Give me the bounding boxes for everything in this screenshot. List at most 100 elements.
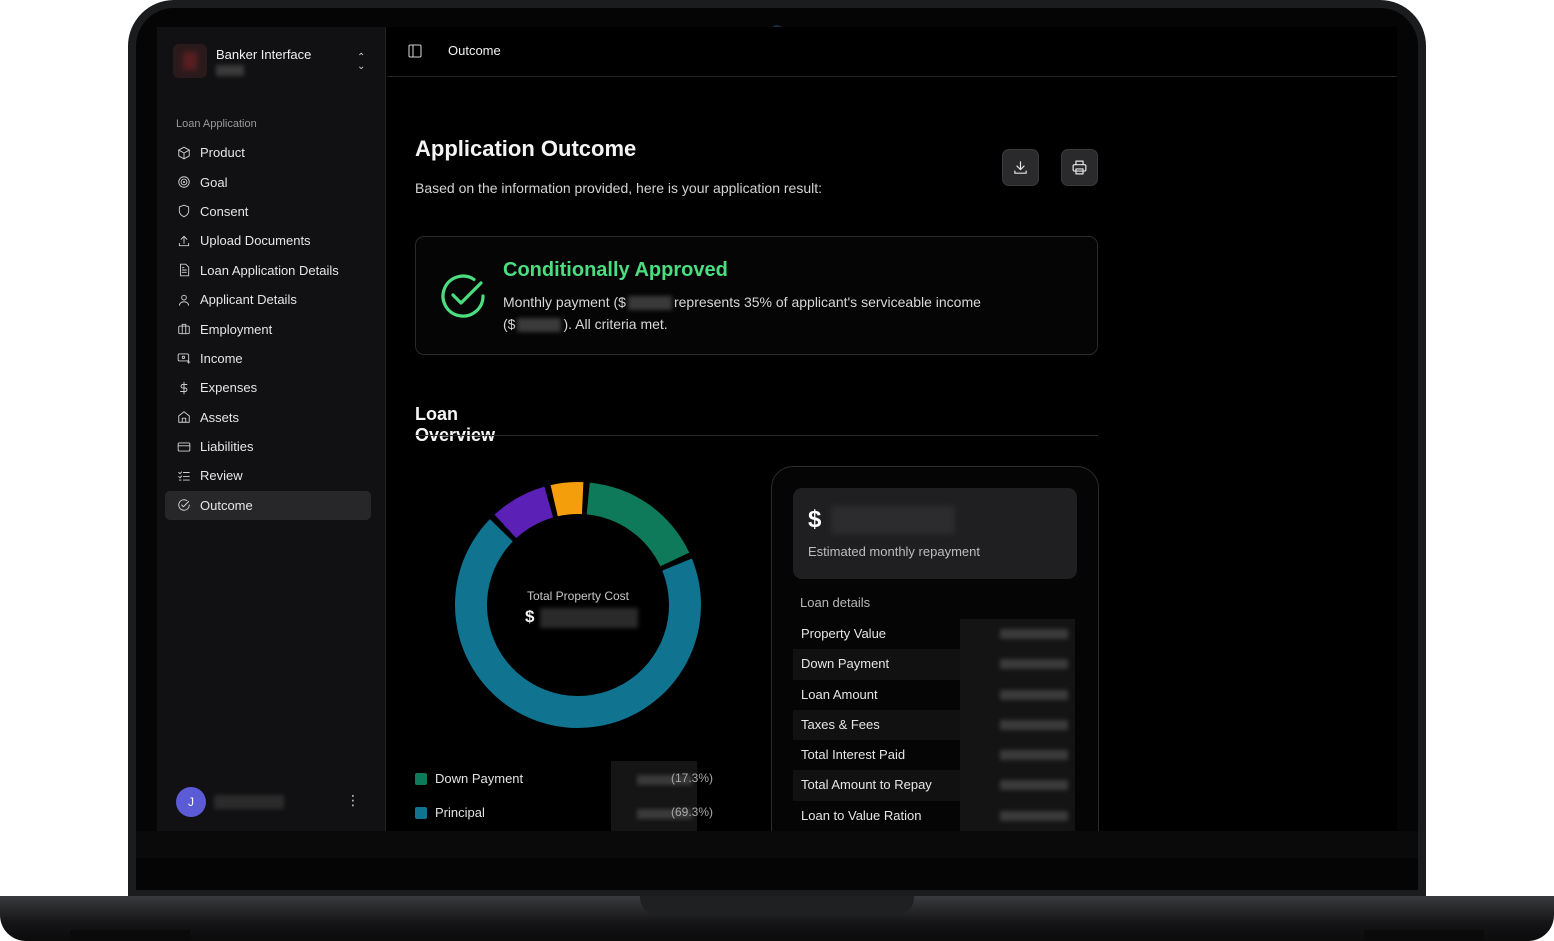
detail-key: Down Payment <box>801 656 890 672</box>
sidebar-item-label: Expenses <box>200 380 258 396</box>
result-text-part: ($ <box>503 316 516 332</box>
breadcrumb: Outcome <box>448 43 501 58</box>
repayment-card: $ Estimated monthly repayment Loan detai… <box>771 466 1099 831</box>
sidebar-item-label: Liabilities <box>200 439 254 455</box>
repayment-currency: $ <box>808 506 822 533</box>
detail-value-redacted <box>960 619 1075 650</box>
upload-icon <box>177 234 191 248</box>
detail-value-redacted <box>960 770 1075 801</box>
detail-key: Total Amount to Repay <box>801 777 932 793</box>
donut-center-label: Total Property Cost <box>526 589 630 603</box>
sidebar-item-label: Review <box>200 468 243 484</box>
sidebar-item-liabilities[interactable]: Liabilities <box>165 432 371 461</box>
legend-item-down-payment: Down Payment (17.3%) <box>415 761 745 797</box>
sidebar-item-label: Loan Application Details <box>200 262 339 278</box>
sidebar-item-review[interactable]: Review <box>165 461 371 490</box>
donut-segment-taxes-fees <box>494 486 554 539</box>
donut-center-value-redacted <box>540 608 638 628</box>
dollar-icon <box>177 381 191 395</box>
sidebar-item-applicant-details[interactable]: Applicant Details <box>165 285 371 314</box>
result-status: Conditionally Approved <box>503 259 728 281</box>
legend-label: Principal <box>435 805 485 820</box>
legend-swatch <box>415 807 427 819</box>
legend-label: Down Payment <box>435 771 524 786</box>
legend-percent: (17.3%) <box>671 771 714 785</box>
chevrons-up-down-icon: ⌃ ⌄ <box>357 52 366 72</box>
detail-value-redacted <box>960 740 1075 771</box>
topbar: Outcome <box>387 27 1397 77</box>
sidebar-item-expenses[interactable]: Expenses <box>165 373 371 402</box>
laptop-foot <box>70 930 190 941</box>
laptop-chin <box>136 831 1418 858</box>
laptop-foot <box>1364 930 1484 941</box>
user-name-redacted <box>214 795 284 809</box>
repayment-amount-redacted <box>831 506 955 534</box>
detail-value-redacted <box>960 679 1075 710</box>
detail-key: Total Interest Paid <box>801 747 906 763</box>
sidebar-item-consent[interactable]: Consent <box>165 197 371 226</box>
legend-percent: (69.3%) <box>671 805 714 819</box>
sidebar-item-label: Product <box>200 145 245 161</box>
sidebar-item-employment[interactable]: Employment <box>165 314 371 343</box>
table-row: Loan Amount <box>793 679 1075 710</box>
sidebar-item-label: Goal <box>200 174 228 190</box>
credit-card-icon <box>177 440 191 454</box>
sidebar-item-label: Consent <box>200 203 249 219</box>
donut-segment-other <box>550 482 584 517</box>
legend-swatch <box>415 773 427 785</box>
download-button[interactable] <box>1002 149 1039 186</box>
detail-key: Taxes & Fees <box>801 716 880 732</box>
legend-item-principal: Principal (69.3%) <box>415 795 745 831</box>
redacted-value <box>627 296 672 311</box>
user-menu[interactable]: J ⋮ <box>176 787 366 817</box>
repayment-caption: Estimated monthly repayment <box>808 544 980 559</box>
page-subtitle: Based on the information provided, here … <box>415 180 823 196</box>
sidebar-item-label: Upload Documents <box>200 233 311 249</box>
sidebar-item-goal[interactable]: Goal <box>165 167 371 196</box>
team-logo <box>173 44 207 78</box>
sidebar-item-loan-application-details[interactable]: Loan Application Details <box>165 256 371 285</box>
laptop-base-notch <box>640 896 914 914</box>
section-divider <box>415 435 1098 436</box>
income-icon <box>177 351 191 365</box>
detail-key: Property Value <box>801 626 887 641</box>
sidebar-item-label: Outcome <box>200 497 253 513</box>
loan-overview-title: Loan Overview <box>415 404 496 445</box>
table-row: Down Payment <box>793 649 1075 680</box>
sidebar-item-label: Income <box>200 350 243 366</box>
team-subtitle <box>216 65 244 76</box>
check-circle-icon <box>441 274 485 318</box>
briefcase-icon <box>177 322 191 336</box>
shield-icon <box>177 204 191 218</box>
table-row: Total Interest Paid <box>793 740 1075 771</box>
target-icon <box>177 175 191 189</box>
sidebar-toggle-icon[interactable] <box>407 43 423 59</box>
sidebar-item-outcome[interactable]: Outcome <box>165 490 371 521</box>
sidebar-item-label: Applicant Details <box>200 292 297 308</box>
detail-value-redacted <box>960 800 1075 831</box>
sidebar-item-label: Employment <box>200 321 273 337</box>
donut-center-currency: $ <box>525 607 535 626</box>
sidebar-item-assets[interactable]: Assets <box>165 403 371 432</box>
sidebar-item-product[interactable]: Product <box>165 138 371 167</box>
team-switcher[interactable]: Banker Interface ⌃ ⌄ <box>173 44 373 82</box>
team-name: Banker Interface <box>216 47 312 62</box>
detail-key: Loan to Value Ration <box>801 807 922 823</box>
result-description: Monthly payment ($ represents 35% of appl… <box>503 291 1083 335</box>
redacted-value <box>517 318 562 333</box>
result-text-part: represents 35% of applicant's serviceabl… <box>673 294 981 310</box>
download-icon <box>1014 161 1027 174</box>
sidebar-item-income[interactable]: Income <box>165 344 371 373</box>
donut-segment-down-payment <box>586 482 690 567</box>
print-button[interactable] <box>1061 149 1098 186</box>
avatar: J <box>176 787 206 817</box>
package-icon <box>177 146 191 160</box>
result-card: Conditionally Approved Monthly payment (… <box>415 236 1098 355</box>
sidebar-item-label: Assets <box>200 409 240 425</box>
table-row: Loan to Value Ration <box>793 800 1075 831</box>
sidebar-item-upload-documents[interactable]: Upload Documents <box>165 226 371 255</box>
table-row: Total Amount to Repay <box>793 770 1075 801</box>
table-row: Taxes & Fees <box>793 709 1075 741</box>
result-text-part: ). All criteria met. <box>563 316 668 332</box>
more-vertical-icon[interactable]: ⋮ <box>346 792 360 809</box>
